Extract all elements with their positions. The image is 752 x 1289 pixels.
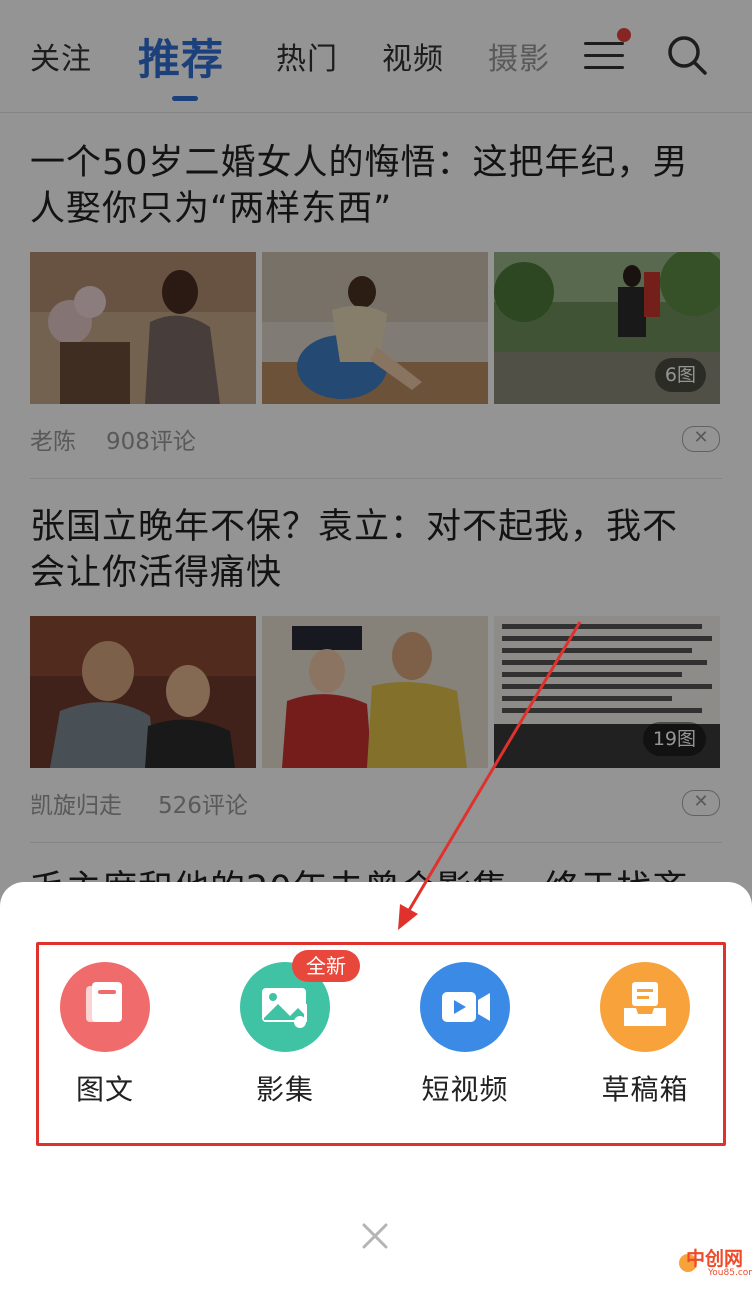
action-label: 短视频 [421,1073,509,1106]
document-icon [60,962,150,1052]
publish-bottom-sheet: 图文 影集 短视频 草稿箱 全新 [0,882,752,1289]
drafts-icon [600,962,690,1052]
video-camera-icon [420,962,510,1052]
watermark-text: 中创网 [686,1248,744,1270]
action-label: 图文 [75,1073,134,1106]
action-label: 影集 [255,1073,314,1106]
drafts-button[interactable]: 草稿箱 [565,962,725,1108]
new-badge: 全新 [292,950,360,982]
publish-short-video-button[interactable]: 短视频 [385,962,545,1108]
action-label: 草稿箱 [601,1073,689,1106]
publish-article-button[interactable]: 图文 [25,962,185,1108]
publish-album-button[interactable]: 影集 [205,962,365,1108]
close-icon[interactable] [361,1222,389,1250]
watermark-subtext: You85.com [708,1268,752,1278]
